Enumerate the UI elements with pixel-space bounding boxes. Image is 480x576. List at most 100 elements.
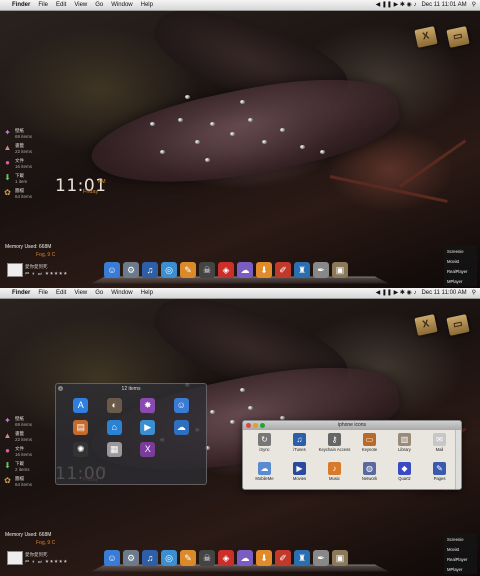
folder-item[interactable]: ● 文件 16 items bbox=[3, 446, 63, 461]
folder-item[interactable]: ✿ 圖檔 64 items bbox=[3, 188, 63, 203]
menu-view[interactable]: View bbox=[74, 0, 87, 10]
close-button[interactable] bbox=[246, 423, 251, 428]
menu-help[interactable]: Help bbox=[141, 0, 153, 10]
menu-clock[interactable]: Dec 11 11:01 AM bbox=[421, 0, 466, 10]
x11-icon[interactable]: X bbox=[140, 442, 156, 457]
dock-safari-icon[interactable]: ◎ bbox=[161, 262, 177, 278]
dock-safari-icon[interactable]: ◎ bbox=[161, 550, 177, 566]
dock-trash-icon[interactable]: ▣ bbox=[332, 262, 348, 278]
launcher-window[interactable]: × 12 items A ◐ ✸ ☺ ▤ ⌂ ▶ ☁ ✺ ▦ X bbox=[55, 383, 207, 485]
panel-item[interactable]: RealPlayer bbox=[447, 267, 477, 277]
dock-pen-icon[interactable]: ✒ bbox=[313, 550, 329, 566]
cloud-icon[interactable]: ☁ bbox=[173, 420, 189, 435]
menu-help[interactable]: Help bbox=[141, 288, 153, 298]
panel-item[interactable]: MPlayer bbox=[447, 277, 477, 287]
dock-pen-icon[interactable]: ✒ bbox=[313, 262, 329, 278]
folder-item[interactable]: ✦ 壁紙 69 items bbox=[3, 128, 63, 143]
folder-badge-icon[interactable]: ▭ bbox=[446, 314, 470, 336]
panel-item[interactable]: Screenie bbox=[447, 535, 477, 545]
dock-system-prefs-icon[interactable]: ⚙ bbox=[123, 262, 139, 278]
dock-trash-icon[interactable]: ▣ bbox=[332, 550, 348, 566]
finder-item[interactable]: ✎ Pages bbox=[422, 462, 457, 489]
menu-clock[interactable]: Dec 11 11:00 AM bbox=[421, 288, 466, 298]
facetime-icon[interactable]: ▶ bbox=[140, 420, 156, 435]
dock-itunes-icon[interactable]: ♫ bbox=[142, 550, 158, 566]
dock-system-prefs-icon[interactable]: ⚙ bbox=[123, 550, 139, 566]
grid-icon[interactable]: ▦ bbox=[106, 442, 122, 457]
finder-item[interactable]: ✉ Mail bbox=[422, 433, 457, 460]
menu-edit[interactable]: Edit bbox=[56, 0, 66, 10]
lamp-icon[interactable]: ✺ bbox=[73, 442, 89, 457]
dock-space-icon[interactable]: ♜ bbox=[294, 550, 310, 566]
finder-item[interactable]: ♫ iTunes bbox=[282, 433, 317, 460]
photo-icon[interactable]: ◐ bbox=[106, 398, 122, 413]
dock-cloud-icon[interactable]: ☁ bbox=[237, 262, 253, 278]
dock-skull-icon[interactable]: ☠ bbox=[199, 262, 215, 278]
box-icon[interactable]: ▤ bbox=[73, 420, 89, 435]
panel-item[interactable]: Movist bbox=[447, 545, 477, 555]
folder-item[interactable]: ✦ 壁紙 69 items bbox=[3, 416, 63, 431]
finder-icon[interactable]: ☺ bbox=[173, 398, 189, 413]
dock-download-icon[interactable]: ⬇ bbox=[256, 262, 272, 278]
finder-title-bar[interactable]: iphone icons bbox=[243, 421, 461, 430]
pinwheel-icon[interactable]: ✸ bbox=[140, 398, 156, 413]
minimize-button[interactable] bbox=[253, 423, 258, 428]
player-controls[interactable]: ⏮ ⏸ ⏭ ★★★★★ bbox=[25, 559, 68, 564]
status-icons[interactable]: ◀ ❚❚ ▶ ✱ ◉ ♪ bbox=[376, 0, 417, 10]
finder-item[interactable]: ◍ Network bbox=[352, 462, 387, 489]
spotlight-icon[interactable]: ⚲ bbox=[472, 288, 476, 298]
finder-window[interactable]: iphone icons ↻ iSync ♫ iTunes ⚷ Keychain… bbox=[242, 420, 462, 490]
folder-item[interactable]: ▲ 書籤 22 items bbox=[3, 143, 63, 158]
x11-badge-icon[interactable]: X bbox=[414, 314, 438, 336]
folder-item[interactable]: ⬇ 下載 2 items bbox=[3, 461, 63, 476]
menu-app-name[interactable]: Finder bbox=[12, 0, 30, 10]
finder-item[interactable]: ◆ Quartz bbox=[387, 462, 422, 489]
menu-app-name[interactable]: Finder bbox=[12, 288, 30, 298]
scrollbar[interactable] bbox=[455, 430, 461, 489]
panel-item[interactable]: MPlayer bbox=[447, 565, 477, 575]
finder-item[interactable]: ▥ Library bbox=[387, 433, 422, 460]
spotlight-icon[interactable]: ⚲ bbox=[472, 0, 476, 10]
dock-finder-icon[interactable]: ☺ bbox=[104, 550, 120, 566]
menu-window[interactable]: Window bbox=[111, 288, 132, 298]
finder-item[interactable]: ☁ MobileMe bbox=[247, 462, 282, 489]
dock-notes-icon[interactable]: ✎ bbox=[180, 550, 196, 566]
menu-go[interactable]: Go bbox=[95, 0, 103, 10]
finder-item[interactable]: ♪ Music bbox=[317, 462, 352, 489]
dock-download-icon[interactable]: ⬇ bbox=[256, 550, 272, 566]
dock-itunes-icon[interactable]: ♫ bbox=[142, 262, 158, 278]
menu-edit[interactable]: Edit bbox=[56, 288, 66, 298]
panel-item[interactable]: Screenie bbox=[447, 247, 477, 257]
menu-view[interactable]: View bbox=[74, 288, 87, 298]
status-icons[interactable]: ◀ ❚❚ ▶ ✱ ◉ ♪ bbox=[376, 288, 417, 298]
dock-cloud-icon[interactable]: ☁ bbox=[237, 550, 253, 566]
folder-item[interactable]: ● 文件 16 items bbox=[3, 158, 63, 173]
finder-item[interactable]: ↻ iSync bbox=[247, 433, 282, 460]
zoom-button[interactable] bbox=[260, 423, 265, 428]
menu-file[interactable]: File bbox=[38, 0, 48, 10]
panel-item[interactable]: Movist bbox=[447, 257, 477, 267]
menu-window[interactable]: Window bbox=[111, 0, 132, 10]
folder-item[interactable]: ✿ 圖檔 64 items bbox=[3, 476, 63, 491]
dock-brush-icon[interactable]: ✐ bbox=[275, 262, 291, 278]
finder-item[interactable]: ▶ Movies bbox=[282, 462, 317, 489]
folder-item[interactable]: ▲ 書籤 22 items bbox=[3, 431, 63, 446]
menu-file[interactable]: File bbox=[38, 288, 48, 298]
panel-item[interactable]: RealPlayer bbox=[447, 555, 477, 565]
dock-ichat-icon[interactable]: ◈ bbox=[218, 262, 234, 278]
app-store-icon[interactable]: A bbox=[73, 398, 89, 413]
home-icon[interactable]: ⌂ bbox=[106, 420, 122, 435]
menu-go[interactable]: Go bbox=[95, 288, 103, 298]
close-icon[interactable]: × bbox=[58, 386, 63, 391]
finder-item[interactable]: ⚷ Keychain Access bbox=[317, 433, 352, 460]
dock-space-icon[interactable]: ♜ bbox=[294, 262, 310, 278]
finder-item[interactable]: ▭ Keynote bbox=[352, 433, 387, 460]
folder-badge-icon[interactable]: ▭ bbox=[446, 26, 470, 48]
x11-badge-icon[interactable]: X bbox=[414, 26, 438, 48]
player-controls[interactable]: ⏮ ⏸ ⏭ ★★★★★ bbox=[25, 271, 68, 276]
dock-ichat-icon[interactable]: ◈ bbox=[218, 550, 234, 566]
dock-notes-icon[interactable]: ✎ bbox=[180, 262, 196, 278]
dock-finder-icon[interactable]: ☺ bbox=[104, 262, 120, 278]
dock-skull-icon[interactable]: ☠ bbox=[199, 550, 215, 566]
dock-brush-icon[interactable]: ✐ bbox=[275, 550, 291, 566]
